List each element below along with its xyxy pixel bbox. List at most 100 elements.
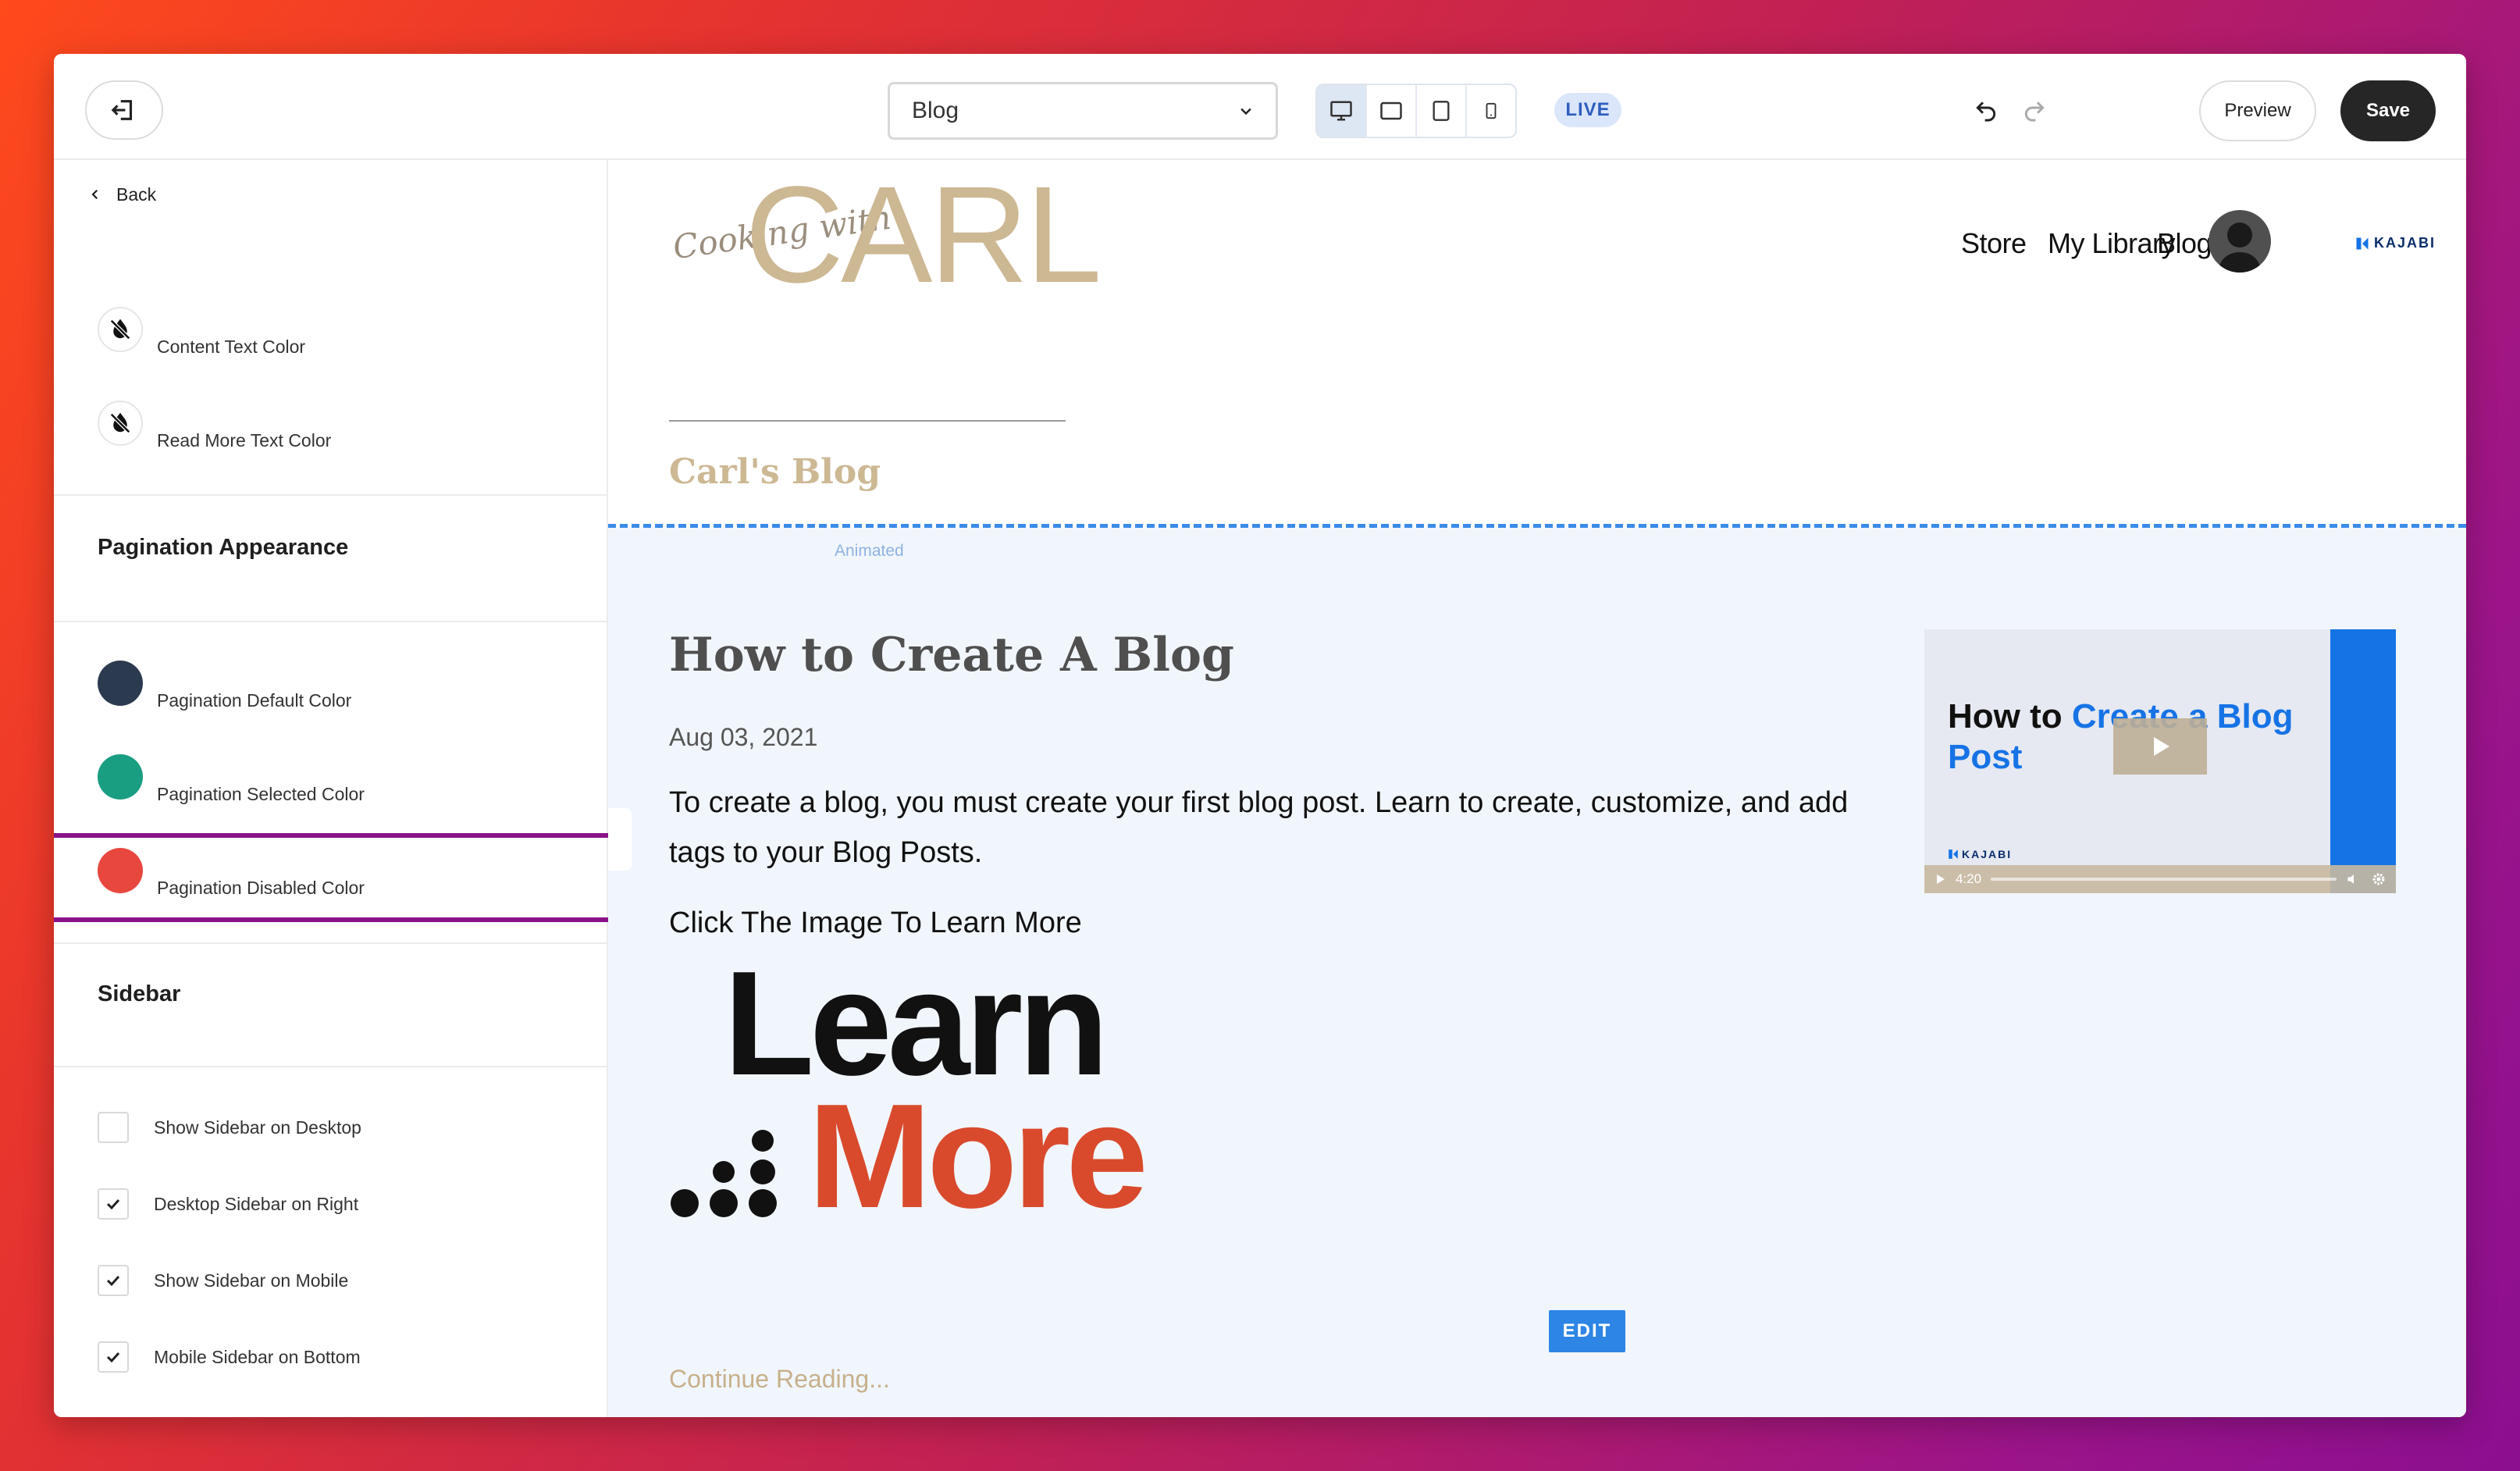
play-icon (2154, 737, 2169, 756)
mobile-icon (1486, 102, 1497, 119)
checkbox-label: Mobile Sidebar on Bottom (154, 1346, 361, 1367)
checkbox[interactable] (98, 1341, 129, 1373)
blog-title: Carl's Blog (669, 452, 881, 492)
video-kajabi-logo: KAJABI (1948, 848, 2012, 860)
page-select-value: Blog (912, 98, 959, 123)
pagination-default-color-row[interactable]: Pagination Default Color (98, 661, 566, 723)
post-title[interactable]: How to Create A Blog (669, 628, 1234, 682)
kajabi-icon (2356, 237, 2369, 249)
checkbox-label: Show Sidebar on Mobile (154, 1270, 349, 1291)
pagination-section-title: Pagination Appearance (98, 535, 349, 560)
checkbox[interactable] (98, 1265, 129, 1296)
tablet-icon (1433, 101, 1450, 121)
checkbox-label: Show Sidebar on Desktop (154, 1117, 361, 1138)
kajabi-wordmark: KAJABI (2374, 235, 2436, 251)
sidebar-section-title: Sidebar (98, 981, 181, 1006)
back-button[interactable]: Back (88, 179, 156, 210)
preview-canvas: Cooking with CARL Store My Library Blog … (608, 160, 2466, 1417)
video-thumbnail[interactable]: How to Create a Blog Post KAJABI 4:20 (1924, 629, 2396, 893)
color-swatch[interactable] (98, 661, 143, 706)
chevron-down-icon (1240, 108, 1251, 116)
edit-button[interactable]: EDIT (1549, 1310, 1625, 1352)
preview-button[interactable]: Preview (2199, 80, 2316, 141)
kajabi-icon (1949, 849, 1958, 859)
more-text: More (808, 1074, 1148, 1239)
settings-gear-icon[interactable] (2371, 871, 2387, 887)
redo-icon (2024, 102, 2045, 122)
avatar[interactable] (2209, 210, 2271, 272)
sidebar-collapse-handle[interactable] (608, 808, 632, 871)
post-cta: Click The Image To Learn More (669, 906, 1082, 939)
divider (54, 942, 608, 944)
divider (54, 494, 608, 496)
back-label: Back (116, 183, 157, 205)
checkmark-icon (106, 1275, 120, 1287)
color-swatch[interactable] (98, 401, 143, 446)
color-swatch[interactable] (98, 754, 143, 800)
play-small-icon[interactable] (1934, 873, 1946, 885)
pagination-selected-color-row[interactable]: Pagination Selected Color (98, 754, 566, 817)
tablet-landscape-icon (1380, 102, 1402, 120)
save-button[interactable]: Save (2340, 80, 2436, 141)
kajabi-logo: KAJABI (2355, 235, 2436, 251)
live-badge: LIVE (1554, 93, 1621, 127)
tablet-view-button[interactable] (1417, 85, 1467, 137)
divider (54, 1066, 608, 1067)
nav-link-store[interactable]: Store (1961, 227, 2027, 260)
user-silhouette-icon (2218, 223, 2262, 272)
site-logo[interactable]: CARL (745, 166, 1102, 304)
checkbox[interactable] (98, 1188, 129, 1220)
continue-reading-link[interactable]: Continue Reading... (669, 1365, 890, 1394)
video-controls: 4:20 (1924, 865, 2396, 893)
no-color-icon (109, 319, 131, 340)
color-label: Pagination Selected Color (157, 784, 365, 804)
top-toolbar: Blog LIVE Preview Save (54, 54, 2466, 160)
video-accent-bar (2330, 629, 2396, 893)
blog-post-section[interactable]: Animated How to Create A Blog Aug 03, 20… (608, 528, 2466, 1417)
exit-button[interactable] (85, 80, 163, 140)
device-switcher (1315, 84, 1517, 138)
nav-link-blog[interactable]: Blog (2157, 227, 2212, 260)
selection-highlight (54, 833, 614, 922)
post-body: To create a blog, you must create your f… (669, 786, 1849, 869)
content-text-color-row[interactable]: Content Text Color (98, 307, 566, 369)
checkmark-icon (106, 1352, 120, 1363)
color-label: Read More Text Color (157, 430, 332, 451)
mobile-sidebar-bottom-option[interactable]: Mobile Sidebar on Bottom (98, 1341, 361, 1373)
show-sidebar-mobile-option[interactable]: Show Sidebar on Mobile (98, 1264, 348, 1297)
checkmark-icon (106, 1199, 120, 1210)
chevron-left-icon (91, 189, 98, 200)
play-button[interactable] (2113, 718, 2207, 775)
mobile-view-button[interactable] (1467, 85, 1515, 137)
desktop-icon (1330, 101, 1352, 121)
video-title-black: How to (1948, 697, 2072, 736)
nav-link-my-library[interactable]: My Library (2048, 227, 2176, 260)
divider (54, 621, 608, 622)
learn-more-image[interactable]: Learn More (669, 949, 1176, 1239)
color-label: Content Text Color (157, 337, 306, 357)
page-select[interactable]: Blog (888, 82, 1278, 140)
video-progress-bar[interactable] (1991, 878, 2337, 881)
checkbox-label: Desktop Sidebar on Right (154, 1193, 359, 1214)
video-brand: KAJABI (1962, 848, 2013, 860)
dots-icon (671, 1130, 777, 1217)
undo-icon (1976, 102, 1996, 122)
undo-button[interactable] (1967, 93, 2006, 129)
show-sidebar-desktop-option[interactable]: Show Sidebar on Desktop (98, 1111, 361, 1144)
settings-sidebar: Back Content Text Color Read More Text C… (54, 160, 614, 1417)
read-more-text-color-row[interactable]: Read More Text Color (98, 401, 566, 463)
editor-window: Blog LIVE Preview Save Back Content Text… (54, 54, 2466, 1417)
video-time: 4:20 (1956, 871, 1982, 886)
exit-icon (111, 100, 133, 120)
title-rule (669, 420, 1066, 422)
animated-label: Animated (835, 542, 904, 560)
color-swatch[interactable] (98, 307, 143, 352)
post-date: Aug 03, 2021 (669, 723, 818, 751)
checkbox[interactable] (98, 1112, 129, 1143)
color-label: Pagination Default Color (157, 690, 352, 711)
laptop-view-button[interactable] (1367, 85, 1417, 137)
desktop-sidebar-right-option[interactable]: Desktop Sidebar on Right (98, 1188, 358, 1220)
desktop-view-button[interactable] (1317, 85, 1367, 137)
volume-icon[interactable] (2346, 871, 2362, 887)
redo-button[interactable] (2015, 93, 2054, 129)
